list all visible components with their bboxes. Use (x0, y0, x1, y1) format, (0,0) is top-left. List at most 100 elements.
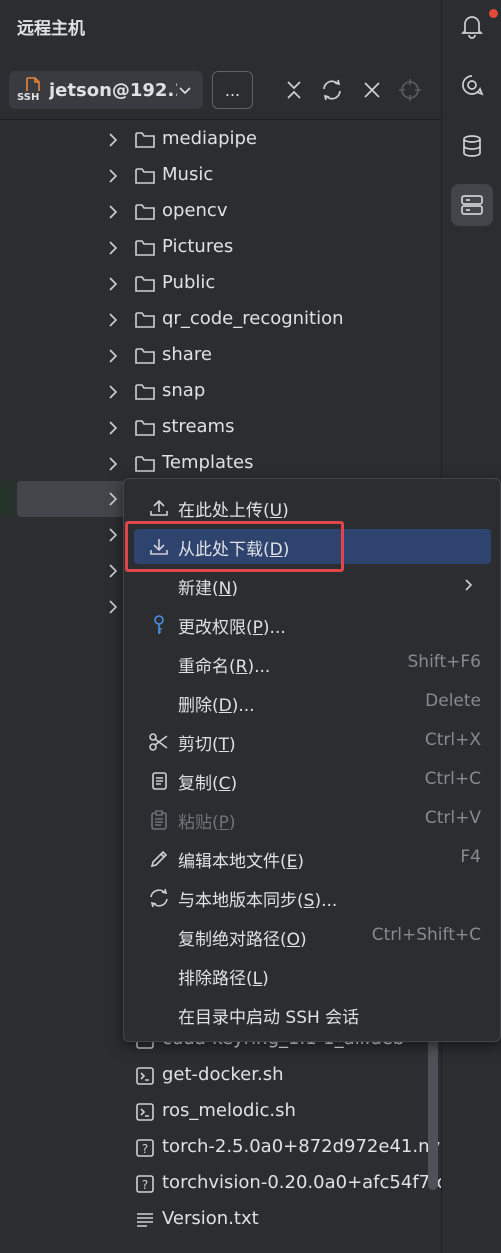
label-suffix: )... (314, 891, 338, 911)
tree-row-label: mediapipe (162, 128, 257, 149)
host-selector[interactable]: SSH jetson@192.168.1.10 (9, 71, 203, 109)
menu-item-10[interactable]: 编辑本地文件(E) F4 (134, 841, 491, 876)
unknown-file-icon: ? (134, 1137, 156, 1159)
tree-row-folder[interactable]: snap (0, 374, 441, 410)
menu-item-label: 删除(D)... (178, 691, 255, 716)
mnemonic: T (218, 735, 230, 755)
label-text: 复制( (178, 774, 219, 794)
label-suffix: ) (282, 501, 289, 521)
label-text: 在此处上传( (178, 501, 270, 521)
sync-icon (148, 887, 170, 909)
chevron-right-icon[interactable] (104, 239, 122, 257)
tree-row-folder[interactable]: opencv (0, 194, 441, 230)
menu-item-label: 新建(N) (178, 574, 238, 599)
more-button[interactable]: ... (212, 71, 253, 109)
label-text: 复制绝对路径( (178, 930, 287, 950)
chevron-right-icon[interactable] (104, 598, 122, 616)
submenu-arrow-icon (461, 577, 477, 593)
tree-row-folder[interactable]: Music (0, 158, 441, 194)
context-menu: 在此处上传(U) 从此处下载(D) 新建(N) 更改权限(P)... 重命名(R)...… (123, 478, 501, 1042)
tree-row-folder[interactable]: share (0, 338, 441, 374)
mnemonic: U (269, 501, 283, 521)
label-suffix: ) (231, 579, 238, 599)
tree-row-file[interactable]: Version.txt (0, 1202, 441, 1238)
tree-row-folder[interactable]: mediapipe (0, 122, 441, 158)
chevron-right-icon[interactable] (104, 383, 122, 401)
shortcut-hint: Ctrl+V (424, 808, 481, 828)
menu-item-label: 编辑本地文件(E) (178, 847, 304, 872)
refresh-icon[interactable] (320, 78, 344, 102)
menu-item-1[interactable]: 在此处上传(U) (134, 490, 491, 525)
menu-item-4[interactable]: 更改权限(P)... (134, 607, 491, 642)
label-text: 粘贴( (178, 813, 219, 833)
tree-row-folder[interactable]: streams (0, 410, 441, 446)
notifications-button[interactable] (451, 5, 493, 47)
menu-item-6[interactable]: 删除(D)... Delete (134, 685, 491, 720)
tree-row-folder[interactable]: Public (0, 266, 441, 302)
menu-item-12[interactable]: 复制绝对路径(O) Ctrl+Shift+C (134, 919, 491, 954)
mnemonic: C (218, 774, 231, 794)
menu-item-8[interactable]: 复制(C) Ctrl+C (134, 763, 491, 798)
label-suffix: ) (300, 930, 307, 950)
chevron-right-icon[interactable] (104, 526, 122, 544)
chevron-right-icon[interactable] (104, 203, 122, 221)
mnemonic: D (218, 696, 232, 716)
menu-item-13[interactable]: 排除路径(L) (134, 958, 491, 993)
locate-icon[interactable] (398, 78, 422, 102)
chevron-right-icon[interactable] (104, 562, 122, 580)
label-text: 在目录中启动 SSH 会话 (178, 1008, 360, 1028)
tree-row-label: streams (162, 416, 235, 437)
menu-item-14[interactable]: 在目录中启动 SSH 会话 (134, 997, 491, 1032)
selection-accent (0, 481, 14, 517)
label-text: 与本地版本同步( (178, 891, 304, 911)
menu-item-label: 粘贴(P) (178, 808, 236, 833)
chevron-right-icon[interactable] (104, 490, 122, 508)
scissors-icon (148, 731, 170, 753)
chevron-right-icon[interactable] (104, 275, 122, 293)
menu-item-9[interactable]: 粘贴(P) Ctrl+V (134, 802, 491, 837)
tree-row-file[interactable]: ros_melodic.sh (0, 1094, 441, 1130)
close-icon[interactable] (360, 78, 384, 102)
database-button[interactable] (451, 125, 493, 167)
chevron-right-icon[interactable] (104, 167, 122, 185)
tree-row-file[interactable]: get-docker.sh (0, 1058, 441, 1094)
chevron-right-icon[interactable] (104, 419, 122, 437)
tree-row-label: Music (162, 164, 214, 185)
tree-row-folder[interactable]: Templates (0, 446, 441, 482)
tree-row-label: Templates (162, 452, 254, 473)
collapse-icon[interactable] (282, 78, 306, 102)
shortcut-hint: Ctrl+Shift+C (371, 925, 481, 945)
menu-item-3[interactable]: 新建(N) (134, 568, 491, 603)
menu-item-5[interactable]: 重命名(R)... Shift+F6 (134, 646, 491, 681)
menu-item-label: 与本地版本同步(S)... (178, 886, 337, 911)
tree-row-file[interactable]: ? torchvision-0.20.0a0+afc54f7-cp (0, 1166, 441, 1202)
menu-item-11[interactable]: 与本地版本同步(S)... (134, 880, 491, 915)
chevron-right-icon[interactable] (104, 347, 122, 365)
tree-row-label: ros_melodic.sh (162, 1100, 296, 1121)
ai-assistant-button[interactable] (451, 64, 493, 106)
mnemonic: R (235, 657, 248, 677)
pencil-icon (148, 848, 170, 870)
chevron-down-icon (177, 82, 193, 102)
label-suffix: ) (229, 735, 236, 755)
label-text: 更改权限( (178, 618, 253, 638)
label-text: 重命名( (178, 657, 236, 677)
tree-row-file[interactable]: ? torch-2.5.0a0+872d972e41.nv24 (0, 1130, 441, 1166)
chevron-right-icon[interactable] (104, 131, 122, 149)
menu-item-2[interactable]: 从此处下载(D) (134, 529, 491, 564)
folder-icon (134, 345, 156, 367)
label-suffix: ) (297, 852, 305, 872)
shortcut-hint: Ctrl+C (424, 769, 481, 789)
folder-icon (134, 309, 156, 331)
label-text: 从此处下载( (178, 540, 270, 560)
chevron-right-icon[interactable] (104, 455, 122, 473)
label-text: 新建( (178, 579, 219, 599)
tree-row-folder[interactable]: qr_code_recognition (0, 302, 441, 338)
tree-row-folder[interactable]: Pictures (0, 230, 441, 266)
svg-text:?: ? (142, 1142, 148, 1156)
chevron-right-icon[interactable] (104, 311, 122, 329)
remote-host-button[interactable] (451, 184, 493, 226)
label-suffix: )... (247, 657, 271, 677)
menu-item-7[interactable]: 剪切(T) Ctrl+X (134, 724, 491, 759)
label-text: 排除路径( (178, 969, 253, 989)
